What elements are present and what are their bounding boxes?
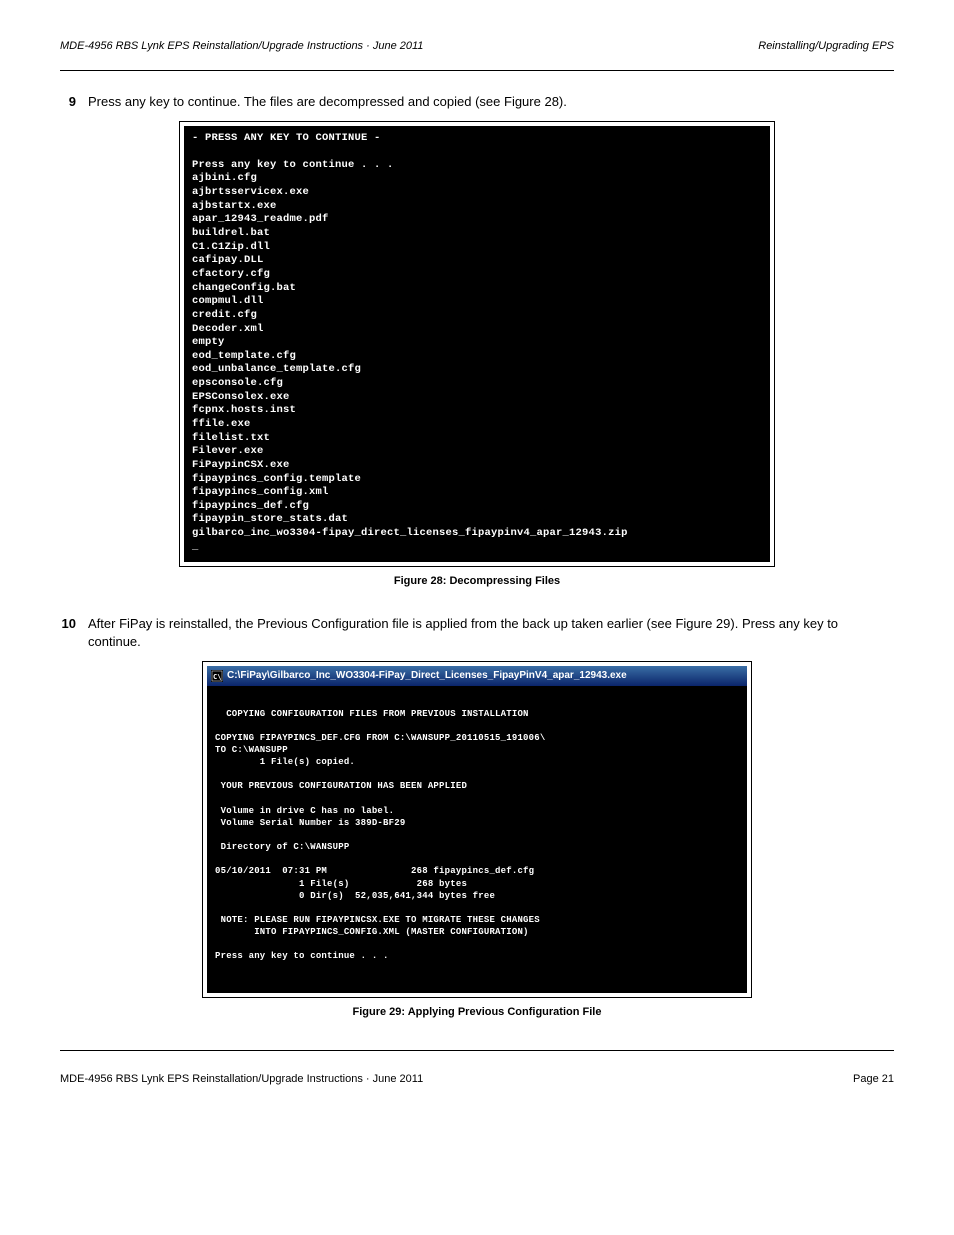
window-titlebar: C\ C:\FiPay\Gilbarco_Inc_WO3304-FiPay_Di… (207, 666, 747, 686)
cmd-icon: C\ (211, 670, 223, 682)
text-prefix: Press any key to continue. The files are… (88, 94, 504, 109)
footer-left: MDE-4956 RBS Lynk EPS Reinstallation/Upg… (60, 1073, 423, 1085)
header-right: Reinstalling/Upgrading EPS (758, 40, 894, 52)
footer-rule (60, 1050, 894, 1051)
text-part1: After FiPay is reinstalled, the Previous… (88, 616, 675, 631)
text-suffix: ). (559, 94, 567, 109)
header-left: MDE-4956 RBS Lynk EPS Reinstallation/Upg… (60, 40, 423, 52)
figure-link-28[interactable]: Figure 28 (504, 94, 559, 109)
header-rule (60, 70, 894, 71)
figure-29-frame: C\ C:\FiPay\Gilbarco_Inc_WO3304-FiPay_Di… (202, 661, 752, 998)
step-10: 10 After FiPay is reinstalled, the Previ… (60, 615, 894, 650)
page-header: MDE-4956 RBS Lynk EPS Reinstallation/Upg… (60, 40, 894, 52)
page-footer: MDE-4956 RBS Lynk EPS Reinstallation/Upg… (60, 1073, 894, 1085)
step-number: 9 (60, 93, 76, 111)
terminal-output-1: - PRESS ANY KEY TO CONTINUE - Press any … (184, 126, 770, 563)
figure-28-frame: - PRESS ANY KEY TO CONTINUE - Press any … (179, 121, 775, 568)
step-text: After FiPay is reinstalled, the Previous… (88, 615, 894, 650)
step-9: 9 Press any key to continue. The files a… (60, 93, 894, 111)
svg-text:C\: C\ (213, 673, 221, 681)
step-number: 10 (60, 615, 76, 633)
figure-28-label: Figure 28: Decompressing Files (60, 575, 894, 587)
figure-29-label: Figure 29: Applying Previous Configurati… (60, 1006, 894, 1018)
terminal-output-2: COPYING CONFIGURATION FILES FROM PREVIOU… (207, 686, 747, 993)
titlebar-text: C:\FiPay\Gilbarco_Inc_WO3304-FiPay_Direc… (227, 670, 627, 681)
step-text: Press any key to continue. The files are… (88, 93, 894, 111)
figure-link-29[interactable]: Figure 29 (675, 616, 730, 631)
footer-right: Page 21 (853, 1073, 894, 1085)
